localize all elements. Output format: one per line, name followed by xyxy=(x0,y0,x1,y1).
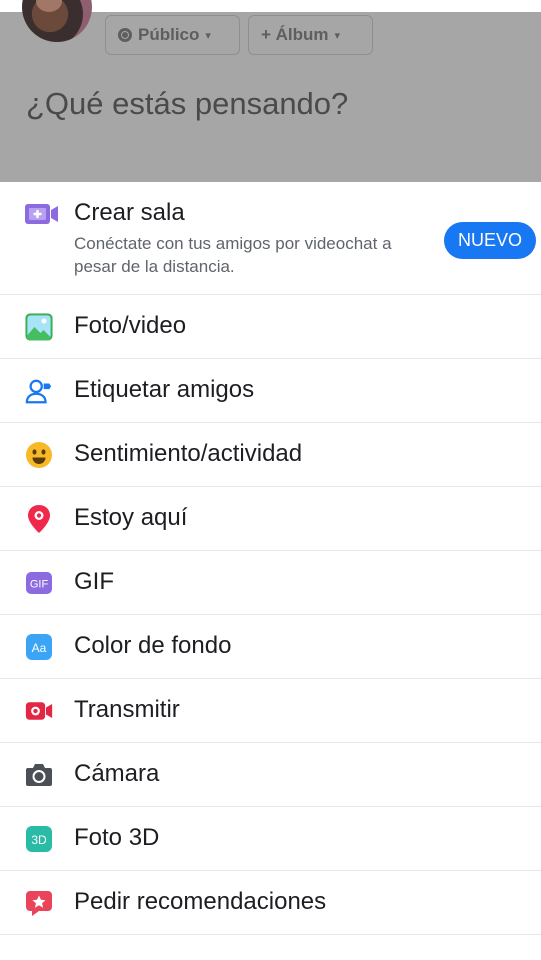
option-photo-video[interactable]: Foto/video xyxy=(0,295,541,359)
option-label: Estoy aquí xyxy=(74,504,188,531)
option-tag-friends[interactable]: Etiquetar amigos xyxy=(0,359,541,423)
option-live-video[interactable]: Transmitir xyxy=(0,679,541,743)
video-room-icon xyxy=(24,201,60,227)
location-pin-icon xyxy=(25,505,53,533)
composer-input[interactable]: ¿Qué estás pensando? xyxy=(26,86,348,122)
chevron-down-icon: ▾ xyxy=(334,29,341,42)
post-options-sheet: Crear sala Conéctate con tus amigos por … xyxy=(0,182,541,960)
option-gif[interactable]: GIF GIF xyxy=(0,551,541,615)
option-label: Color de fondo xyxy=(74,632,232,659)
option-label: GIF xyxy=(74,568,114,595)
background-color-icon: Aa xyxy=(25,633,53,661)
option-label: Etiquetar amigos xyxy=(74,376,255,403)
option-check-in[interactable]: Estoy aquí xyxy=(0,487,541,551)
option-ask-recommendations[interactable]: Pedir recomendaciones xyxy=(0,871,541,935)
avatar[interactable] xyxy=(22,0,92,42)
chevron-down-icon: ▾ xyxy=(205,29,211,42)
option-camera[interactable]: Cámara xyxy=(0,743,541,807)
option-label: Pedir recomendaciones xyxy=(74,888,327,915)
svg-text:Aa: Aa xyxy=(32,641,47,655)
recommendation-icon xyxy=(25,889,53,917)
svg-text:3D: 3D xyxy=(31,833,47,847)
globe-icon xyxy=(118,28,132,42)
create-room-option[interactable]: Crear sala Conéctate con tus amigos por … xyxy=(0,182,541,295)
camera-icon xyxy=(25,761,53,789)
svg-text:GIF: GIF xyxy=(30,579,49,591)
option-3d-photo[interactable]: 3D Foto 3D xyxy=(0,807,541,871)
create-room-description: Conéctate con tus amigos por videochat a… xyxy=(74,234,392,276)
create-room-title: Crear sala xyxy=(74,199,185,226)
option-label: Transmitir xyxy=(74,696,180,723)
live-video-icon xyxy=(25,697,53,725)
option-label: Sentimiento/actividad xyxy=(74,440,303,467)
post-options-list: Foto/video Etiquetar amigos Sentimiento/… xyxy=(0,295,541,935)
album-selector-button[interactable]: + Álbum ▾ xyxy=(248,15,373,55)
option-feeling-activity[interactable]: Sentimiento/actividad xyxy=(0,423,541,487)
option-background-color[interactable]: Aa Color de fondo xyxy=(0,615,541,679)
smiley-icon xyxy=(25,441,53,469)
option-label: Cámara xyxy=(74,760,160,787)
privacy-selector-button[interactable]: Público ▾ xyxy=(105,15,240,55)
gif-icon: GIF xyxy=(25,569,53,597)
3d-photo-icon: 3D xyxy=(25,825,53,853)
photo-video-icon xyxy=(25,313,53,341)
option-label: Foto 3D xyxy=(74,824,160,851)
new-badge: NUEVO xyxy=(444,222,536,259)
privacy-label: Público xyxy=(138,25,200,44)
album-label: + Álbum xyxy=(261,25,329,44)
composer-header: Público ▾ + Álbum ▾ ¿Qué estás pensando? xyxy=(0,0,541,182)
option-label: Foto/video xyxy=(74,312,187,339)
tag-friends-icon xyxy=(25,377,53,405)
